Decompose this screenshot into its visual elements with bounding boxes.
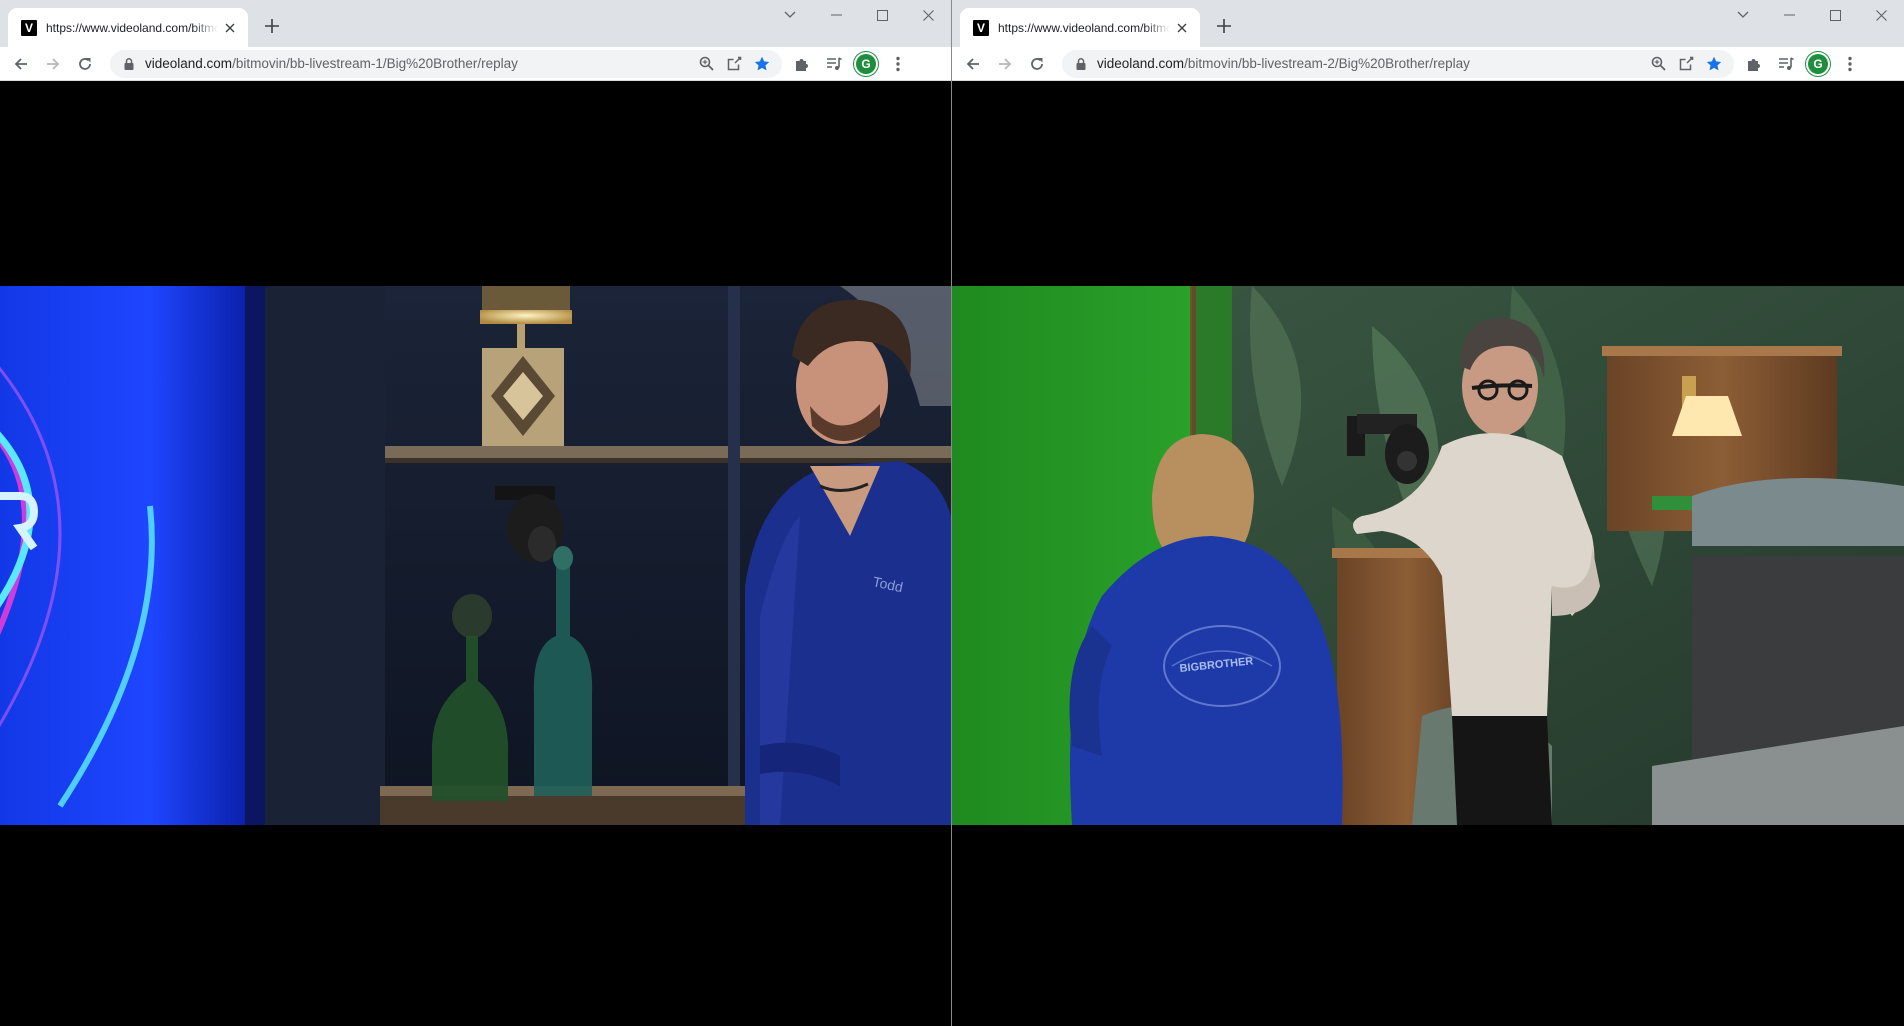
url-text[interactable]: videoland.com/bitmovin/bb-livestream-1/B… [145,56,692,71]
avatar: G [1808,53,1828,74]
minimize-button[interactable] [813,0,859,30]
maximize-button[interactable] [859,0,905,30]
new-tab-button[interactable] [1210,12,1238,40]
url-path: /bitmovin/bb-livestream-1/Big%20Brother/… [232,56,518,71]
tab-search-chevron-icon[interactable] [767,0,813,30]
address-bar[interactable]: videoland.com/bitmovin/bb-livestream-2/B… [1062,49,1734,78]
window-controls [1720,0,1904,30]
extensions-puzzle-icon[interactable] [1738,50,1770,78]
videoland-favicon: V [21,19,37,36]
more-menu-icon[interactable] [882,50,914,78]
more-menu-icon[interactable] [1834,50,1866,78]
video-player[interactable]: Todd [0,286,951,825]
reload-icon[interactable] [70,50,100,78]
address-bar[interactable]: videoland.com/bitmovin/bb-livestream-1/B… [110,49,782,78]
browser-window-right: V https://www.videoland.com/bitmovin/bb-… [952,0,1904,1026]
profile-avatar[interactable]: G [1802,50,1834,78]
browser-tab[interactable]: V https://www.videoland.com/bitmovin/bb-… [960,8,1200,47]
lock-icon[interactable] [1074,57,1088,71]
tab-title: https://www.videoland.com/bitmovin/bb-li… [46,20,218,35]
close-tab-icon[interactable] [1174,20,1190,36]
browser-toolbar: videoland.com/bitmovin/bb-livestream-1/B… [0,47,951,81]
minimize-button[interactable] [1766,0,1812,30]
media-controls-icon[interactable] [818,50,850,78]
forward-arrow-icon[interactable] [38,50,68,78]
livestream-2-video-frame: BIGBROTHER [952,286,1904,825]
page-viewport: Todd [0,81,951,1026]
page-viewport: BIGBROTHER [952,81,1904,1026]
url-path: /bitmovin/bb-livestream-2/Big%20Brother/… [1184,56,1470,71]
url-domain: videoland.com [1097,56,1185,71]
tab-title: https://www.videoland.com/bitmovin/bb-li… [998,20,1170,35]
extensions-puzzle-icon[interactable] [786,50,818,78]
url-text[interactable]: videoland.com/bitmovin/bb-livestream-2/B… [1097,56,1644,71]
tab-strip: V https://www.videoland.com/bitmovin/bb-… [952,0,1904,47]
tab-search-chevron-icon[interactable] [1720,0,1766,30]
close-tab-icon[interactable] [222,20,238,36]
profile-avatar[interactable]: G [850,50,882,78]
new-tab-button[interactable] [258,12,286,40]
bookmark-star-icon[interactable] [748,52,776,76]
zoom-icon[interactable] [692,52,720,76]
close-window-button[interactable] [905,0,951,30]
avatar: G [856,53,876,74]
browser-tab[interactable]: V https://www.videoland.com/bitmovin/bb-… [8,8,248,47]
share-icon[interactable] [1672,52,1700,76]
back-arrow-icon[interactable] [958,50,988,78]
forward-arrow-icon[interactable] [990,50,1020,78]
reload-icon[interactable] [1022,50,1052,78]
back-arrow-icon[interactable] [6,50,36,78]
browser-toolbar: videoland.com/bitmovin/bb-livestream-2/B… [952,47,1904,81]
url-domain: videoland.com [145,56,233,71]
window-controls [767,0,951,30]
videoland-favicon: V [973,19,989,36]
share-icon[interactable] [720,52,748,76]
close-window-button[interactable] [1858,0,1904,30]
livestream-1-video-frame: Todd [0,286,951,825]
lock-icon[interactable] [122,57,136,71]
video-player[interactable]: BIGBROTHER [952,286,1904,825]
maximize-button[interactable] [1812,0,1858,30]
tab-strip: V https://www.videoland.com/bitmovin/bb-… [0,0,951,47]
browser-window-left: V https://www.videoland.com/bitmovin/bb-… [0,0,952,1026]
desktop: V https://www.videoland.com/bitmovin/bb-… [0,0,1904,1026]
media-controls-icon[interactable] [1770,50,1802,78]
bookmark-star-icon[interactable] [1700,52,1728,76]
zoom-icon[interactable] [1644,52,1672,76]
